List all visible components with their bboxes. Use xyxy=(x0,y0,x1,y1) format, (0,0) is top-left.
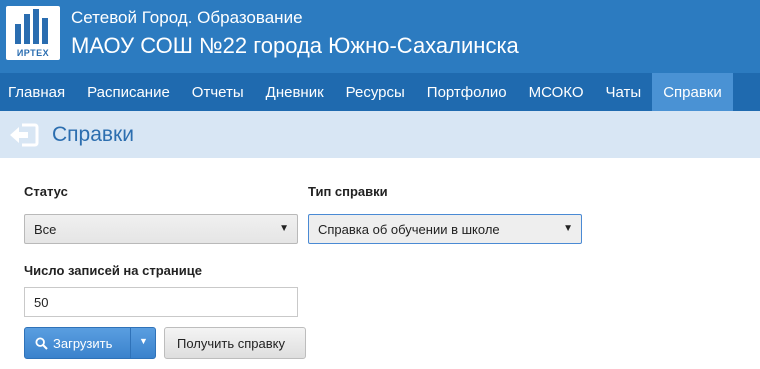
status-select-value: Все xyxy=(34,222,57,237)
nav-item-diary[interactable]: Дневник xyxy=(255,73,335,111)
load-options-dropdown[interactable]: ▼ xyxy=(130,328,156,358)
status-select[interactable]: Все ▼ xyxy=(24,214,298,244)
nav-item-msoko[interactable]: МСОКО xyxy=(518,73,595,111)
load-button-group: Загрузить ▼ xyxy=(24,327,156,359)
certificate-type-select-value: Справка об обучении в школе xyxy=(318,222,500,237)
nav-item-chats[interactable]: Чаты xyxy=(595,73,653,111)
certificate-type-label: Тип справки xyxy=(308,184,388,199)
status-label: Статус xyxy=(24,184,68,199)
caret-down-icon: ▼ xyxy=(139,336,148,346)
system-name: Сетевой Город. Образование xyxy=(71,8,303,27)
school-name: МАОУ СОШ №22 города Южно-Сахалинска xyxy=(71,33,519,58)
page-title: Справки xyxy=(52,123,134,146)
irtech-logo[interactable]: ИРТЕХ xyxy=(6,6,60,60)
get-certificate-button[interactable]: Получить справку xyxy=(164,327,306,359)
nav-item-schedule[interactable]: Расписание xyxy=(76,73,181,111)
chevron-down-icon: ▼ xyxy=(563,223,573,234)
page-title-bar: Справки xyxy=(0,111,760,158)
nav-item-resources[interactable]: Ресурсы xyxy=(335,73,416,111)
nav-item-home[interactable]: Главная xyxy=(0,73,76,111)
chevron-down-icon: ▼ xyxy=(279,223,289,234)
records-per-page-input[interactable]: 50 xyxy=(24,287,298,317)
certificate-type-select[interactable]: Справка об обучении в школе ▼ xyxy=(308,214,582,244)
app-header: ИРТЕХ Сетевой Город. Образование МАОУ СО… xyxy=(0,0,760,73)
get-certificate-button-label: Получить справку xyxy=(177,336,285,351)
records-per-page-label: Число записей на странице xyxy=(24,263,202,278)
nav-item-certificates[interactable]: Справки xyxy=(652,73,733,111)
arrow-left-icon[interactable] xyxy=(8,122,40,148)
logo-graphic-icon xyxy=(15,9,48,44)
logo-text: ИРТЕХ xyxy=(16,48,50,58)
search-icon xyxy=(35,337,48,350)
nav-item-portfolio[interactable]: Портфолио xyxy=(416,73,518,111)
load-button[interactable]: Загрузить xyxy=(25,328,130,358)
main-nav: Главная Расписание Отчеты Дневник Ресурс… xyxy=(0,73,760,111)
records-per-page-value: 50 xyxy=(34,295,49,310)
nav-item-reports[interactable]: Отчеты xyxy=(181,73,255,111)
load-button-label: Загрузить xyxy=(53,336,113,351)
